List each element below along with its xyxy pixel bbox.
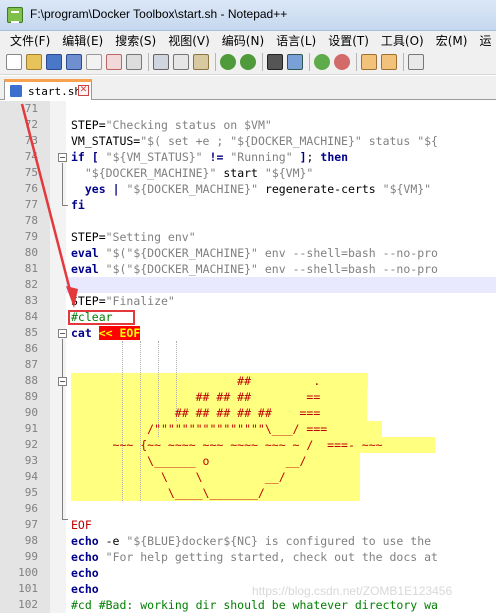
annotation-box [68, 310, 135, 325]
code-line: 79 STEP="Setting env" [24, 230, 196, 244]
code-line: 95 \____\_______/ [24, 486, 265, 500]
code-line: 90 ## ## ## ## ## === [24, 406, 321, 420]
menu-macro[interactable]: 宏(M) [430, 32, 474, 49]
wrap-icon[interactable] [408, 53, 424, 70]
menu-run[interactable]: 运 [473, 32, 496, 49]
line-98: echo -e "${BLUE}docker${NC} is configure… [71, 534, 432, 548]
code-line: 94 \ \ __/ [24, 470, 286, 484]
editor[interactable]: − − − 71 72 STEP="Checking status on $VM"… [0, 101, 496, 613]
paste-icon[interactable] [193, 53, 209, 70]
zoom-in-icon[interactable] [314, 53, 330, 70]
menu-search[interactable]: 搜索(S) [109, 32, 162, 49]
code-line: 78 [24, 214, 38, 227]
code-line: 97 EOF [24, 518, 92, 532]
copy-icon[interactable] [173, 53, 189, 70]
cut-icon[interactable] [153, 53, 169, 70]
line-81: eval "$("${DOCKER_MACHINE}" env --shell=… [71, 262, 438, 276]
line-73: VM_STATUS="$( set +e ; "${DOCKER_MACHINE… [71, 134, 438, 148]
window-title: F:\program\Docker Toolbox\start.sh - Not… [30, 7, 288, 21]
toolbar-separator [356, 52, 357, 71]
line-74: if [ "${VM_STATUS}" != "Running" ]; then [71, 150, 349, 164]
menu-edit[interactable]: 编辑(E) [56, 32, 109, 49]
code-line: 91 /""""""""""""""""\___/ === [24, 422, 328, 436]
toolbar-separator [309, 52, 310, 71]
line-79: STEP="Setting env" [71, 230, 196, 244]
code-line: 99 echo "For help getting started, check … [24, 550, 438, 564]
close-tab-icon[interactable]: ✕ [78, 85, 89, 96]
line-77: fi [71, 198, 85, 212]
find-icon[interactable] [267, 53, 283, 70]
toolbar-separator [215, 52, 216, 71]
code-line: 102 #cd #Bad: working dir should be whate… [18, 598, 438, 612]
sync-v-icon[interactable] [361, 53, 377, 70]
code-line: 86 [24, 342, 38, 355]
menu-view[interactable]: 视图(V) [162, 32, 216, 49]
replace-icon[interactable] [287, 53, 303, 70]
toolbar-separator [403, 52, 404, 71]
line-80: eval "$("${DOCKER_MACHINE}" env --shell=… [71, 246, 438, 260]
menu-language[interactable]: 语言(L) [270, 32, 322, 49]
line-76: yes | "${DOCKER_MACHINE}" regenerate-cer… [84, 182, 432, 196]
title-bar: F:\program\Docker Toolbox\start.sh - Not… [0, 0, 496, 31]
code-line: 77 fi [24, 198, 85, 212]
line-75: "${DOCKER_MACHINE}" start "${VM}" [84, 166, 314, 180]
code-line: 88 ## . [24, 374, 321, 388]
menu-bar: 文件(F) 编辑(E) 搜索(S) 视图(V) 编码(N) 语言(L) 设置(T… [0, 31, 496, 49]
code-line: 89 ## ## ## == [24, 390, 321, 404]
code-line: 76 yes | "${DOCKER_MACHINE}" regenerate-… [24, 182, 432, 196]
code-line: 82 [24, 278, 38, 291]
code-line: 96 [24, 502, 38, 515]
code-line: 87 [24, 358, 38, 371]
code-line: 81 eval "$("${DOCKER_MACHINE}" env --shel… [24, 262, 438, 276]
new-file-icon[interactable] [6, 53, 22, 70]
code-line: 100 echo [18, 566, 99, 580]
file-icon [10, 85, 22, 97]
code-line: 75 "${DOCKER_MACHINE}" start "${VM}" [24, 166, 314, 180]
code-line: 80 eval "$("${DOCKER_MACHINE}" env --shel… [24, 246, 438, 260]
toolbar-separator [148, 52, 149, 71]
watermark: https://blog.csdn.net/ZOMB1E123456 [252, 584, 453, 598]
code-line: 71 [24, 102, 38, 115]
code-line: 72 STEP="Checking status on $VM" [24, 118, 272, 132]
close-all-icon[interactable] [106, 53, 122, 70]
open-file-icon[interactable] [26, 53, 42, 70]
line-85: cat << EOF [71, 326, 141, 340]
menu-file[interactable]: 文件(F) [4, 32, 56, 49]
tab-start-sh[interactable]: start.sh ✕ [4, 79, 92, 100]
code-line: 73 VM_STATUS="$( set +e ; "${DOCKER_MACHI… [24, 134, 438, 148]
code-line: 92 ~~~ {~~ ~~~~ ~~~ ~~~~ ~~~ ~ / ===- ~~… [24, 438, 383, 452]
close-icon[interactable] [86, 53, 102, 70]
line-99: echo "For help getting started, check ou… [71, 550, 438, 564]
zoom-out-icon[interactable] [334, 53, 350, 70]
save-icon[interactable] [46, 53, 62, 70]
code-line: 74 if [ "${VM_STATUS}" != "Running" ]; th… [24, 150, 349, 164]
tab-label: start.sh [28, 85, 81, 98]
undo-icon[interactable] [220, 53, 236, 70]
notepadpp-icon [7, 7, 23, 23]
menu-encoding[interactable]: 编码(N) [216, 32, 270, 49]
toolbar-separator [262, 52, 263, 71]
line-83: STEP="Finalize" [71, 294, 175, 308]
menu-settings[interactable]: 设置(T) [322, 32, 375, 49]
toolbar [0, 49, 496, 75]
tab-bar: start.sh ✕ [0, 76, 496, 100]
menu-tools[interactable]: 工具(O) [375, 32, 430, 49]
code-line: 85 cat << EOF [24, 326, 141, 340]
code-line: 93 \______ o __/ [24, 454, 307, 468]
sync-h-icon[interactable] [381, 53, 397, 70]
redo-icon[interactable] [240, 53, 256, 70]
save-all-icon[interactable] [66, 53, 82, 70]
code-line: 98 echo -e "${BLUE}docker${NC} is configu… [24, 534, 432, 548]
line-72: STEP="Checking status on $VM" [71, 118, 272, 132]
print-icon[interactable] [126, 53, 142, 70]
code-line: 83 STEP="Finalize" [24, 294, 175, 308]
